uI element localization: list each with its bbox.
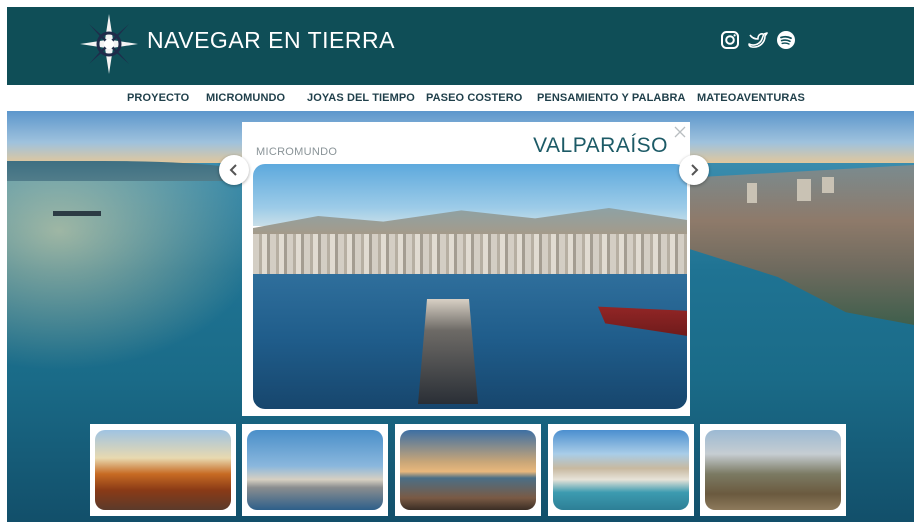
nav-item-micromundo[interactable]: MICROMUNDO [206, 92, 285, 104]
prev-button[interactable] [219, 155, 249, 185]
site-header: NAVEGAR EN TIERRA [7, 7, 914, 85]
social-links [719, 29, 797, 51]
thumbnail-image [400, 430, 536, 510]
building [822, 177, 834, 193]
distant-ship [53, 211, 101, 216]
thumbnail-lighthouse[interactable] [395, 424, 541, 516]
thumbnail-image [247, 430, 383, 510]
twitter-icon[interactable] [747, 29, 769, 51]
close-icon[interactable] [674, 125, 686, 138]
modal-category: MICROMUNDO [256, 146, 338, 158]
modal-title: VALPARAÍSO [533, 134, 668, 157]
chevron-right-icon [691, 164, 699, 176]
chevron-left-icon [229, 164, 237, 176]
nav-item-pensamiento-y-palabra[interactable]: PENSAMIENTO Y PALABRA [537, 92, 686, 104]
site-title[interactable]: NAVEGAR EN TIERRA [147, 27, 395, 54]
thumbnail-image [553, 430, 689, 510]
nav-item-proyecto[interactable]: PROYECTO [127, 92, 189, 104]
building [747, 183, 757, 203]
compass-rose-icon[interactable] [79, 13, 139, 75]
sun-glow [7, 171, 267, 371]
instagram-icon[interactable] [719, 29, 741, 51]
page-frame: NAVEGAR EN TIERRA PROYECTO MICROMUNDO JO… [7, 7, 914, 522]
thumbnail-image [95, 430, 231, 510]
nav-item-joyas-del-tiempo[interactable]: JOYAS DEL TIEMPO [307, 92, 415, 104]
thumbnail-coastal-cliffs[interactable] [548, 424, 694, 516]
spotify-icon[interactable] [775, 29, 797, 51]
thumbnail-autumn-forest[interactable] [90, 424, 236, 516]
nav-item-paseo-costero[interactable]: PASEO COSTERO [426, 92, 522, 104]
next-button[interactable] [679, 155, 709, 185]
gallery-modal: MICROMUNDO VALPARAÍSO [242, 122, 690, 416]
photo-city [253, 234, 687, 279]
main-nav: PROYECTO MICROMUNDO JOYAS DEL TIEMPO PAS… [7, 85, 914, 111]
photo-floating-dock [418, 299, 478, 404]
thumbnail-marina[interactable] [242, 424, 388, 516]
nav-item-mateoaventuras[interactable]: MATEOAVENTURAS [697, 92, 805, 104]
building [797, 179, 811, 201]
thumbnail-image [705, 430, 841, 510]
modal-photo [253, 164, 687, 409]
thumbnail-dirt-road[interactable] [700, 424, 846, 516]
